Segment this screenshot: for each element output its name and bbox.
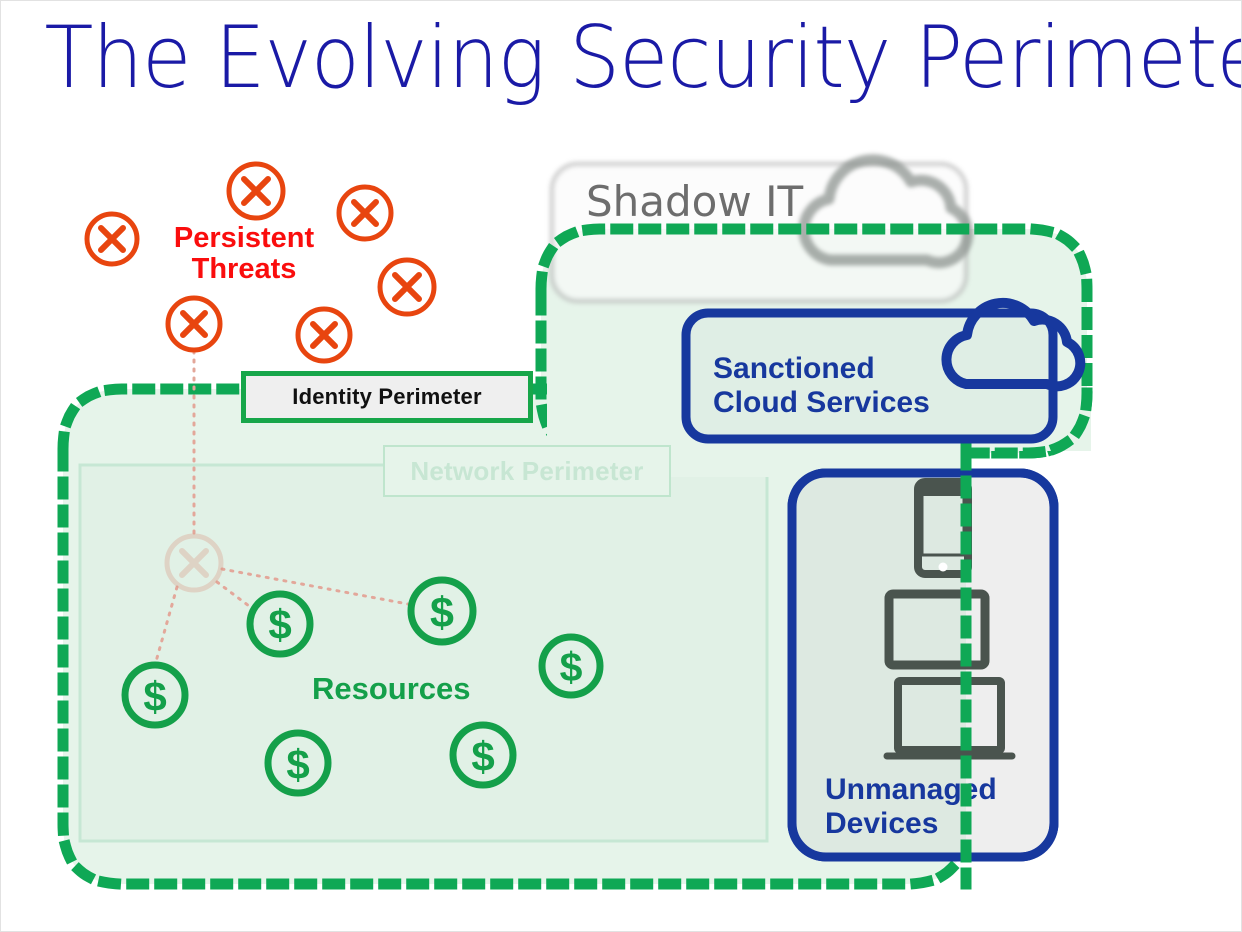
circle-x-icon[interactable] (295, 306, 353, 364)
circle-x-icon[interactable] (336, 184, 394, 242)
circle-x-icon[interactable] (165, 295, 223, 353)
persistent-threats-label: Persistent Threats (173, 222, 315, 286)
slide-canvas: The Evolving Security Perimeter Shadow I… (0, 0, 1242, 932)
circle-x-icon[interactable] (84, 211, 140, 267)
threats-layer (84, 161, 437, 364)
circle-x-icon[interactable] (226, 161, 286, 221)
circle-x-icon[interactable] (377, 257, 437, 317)
